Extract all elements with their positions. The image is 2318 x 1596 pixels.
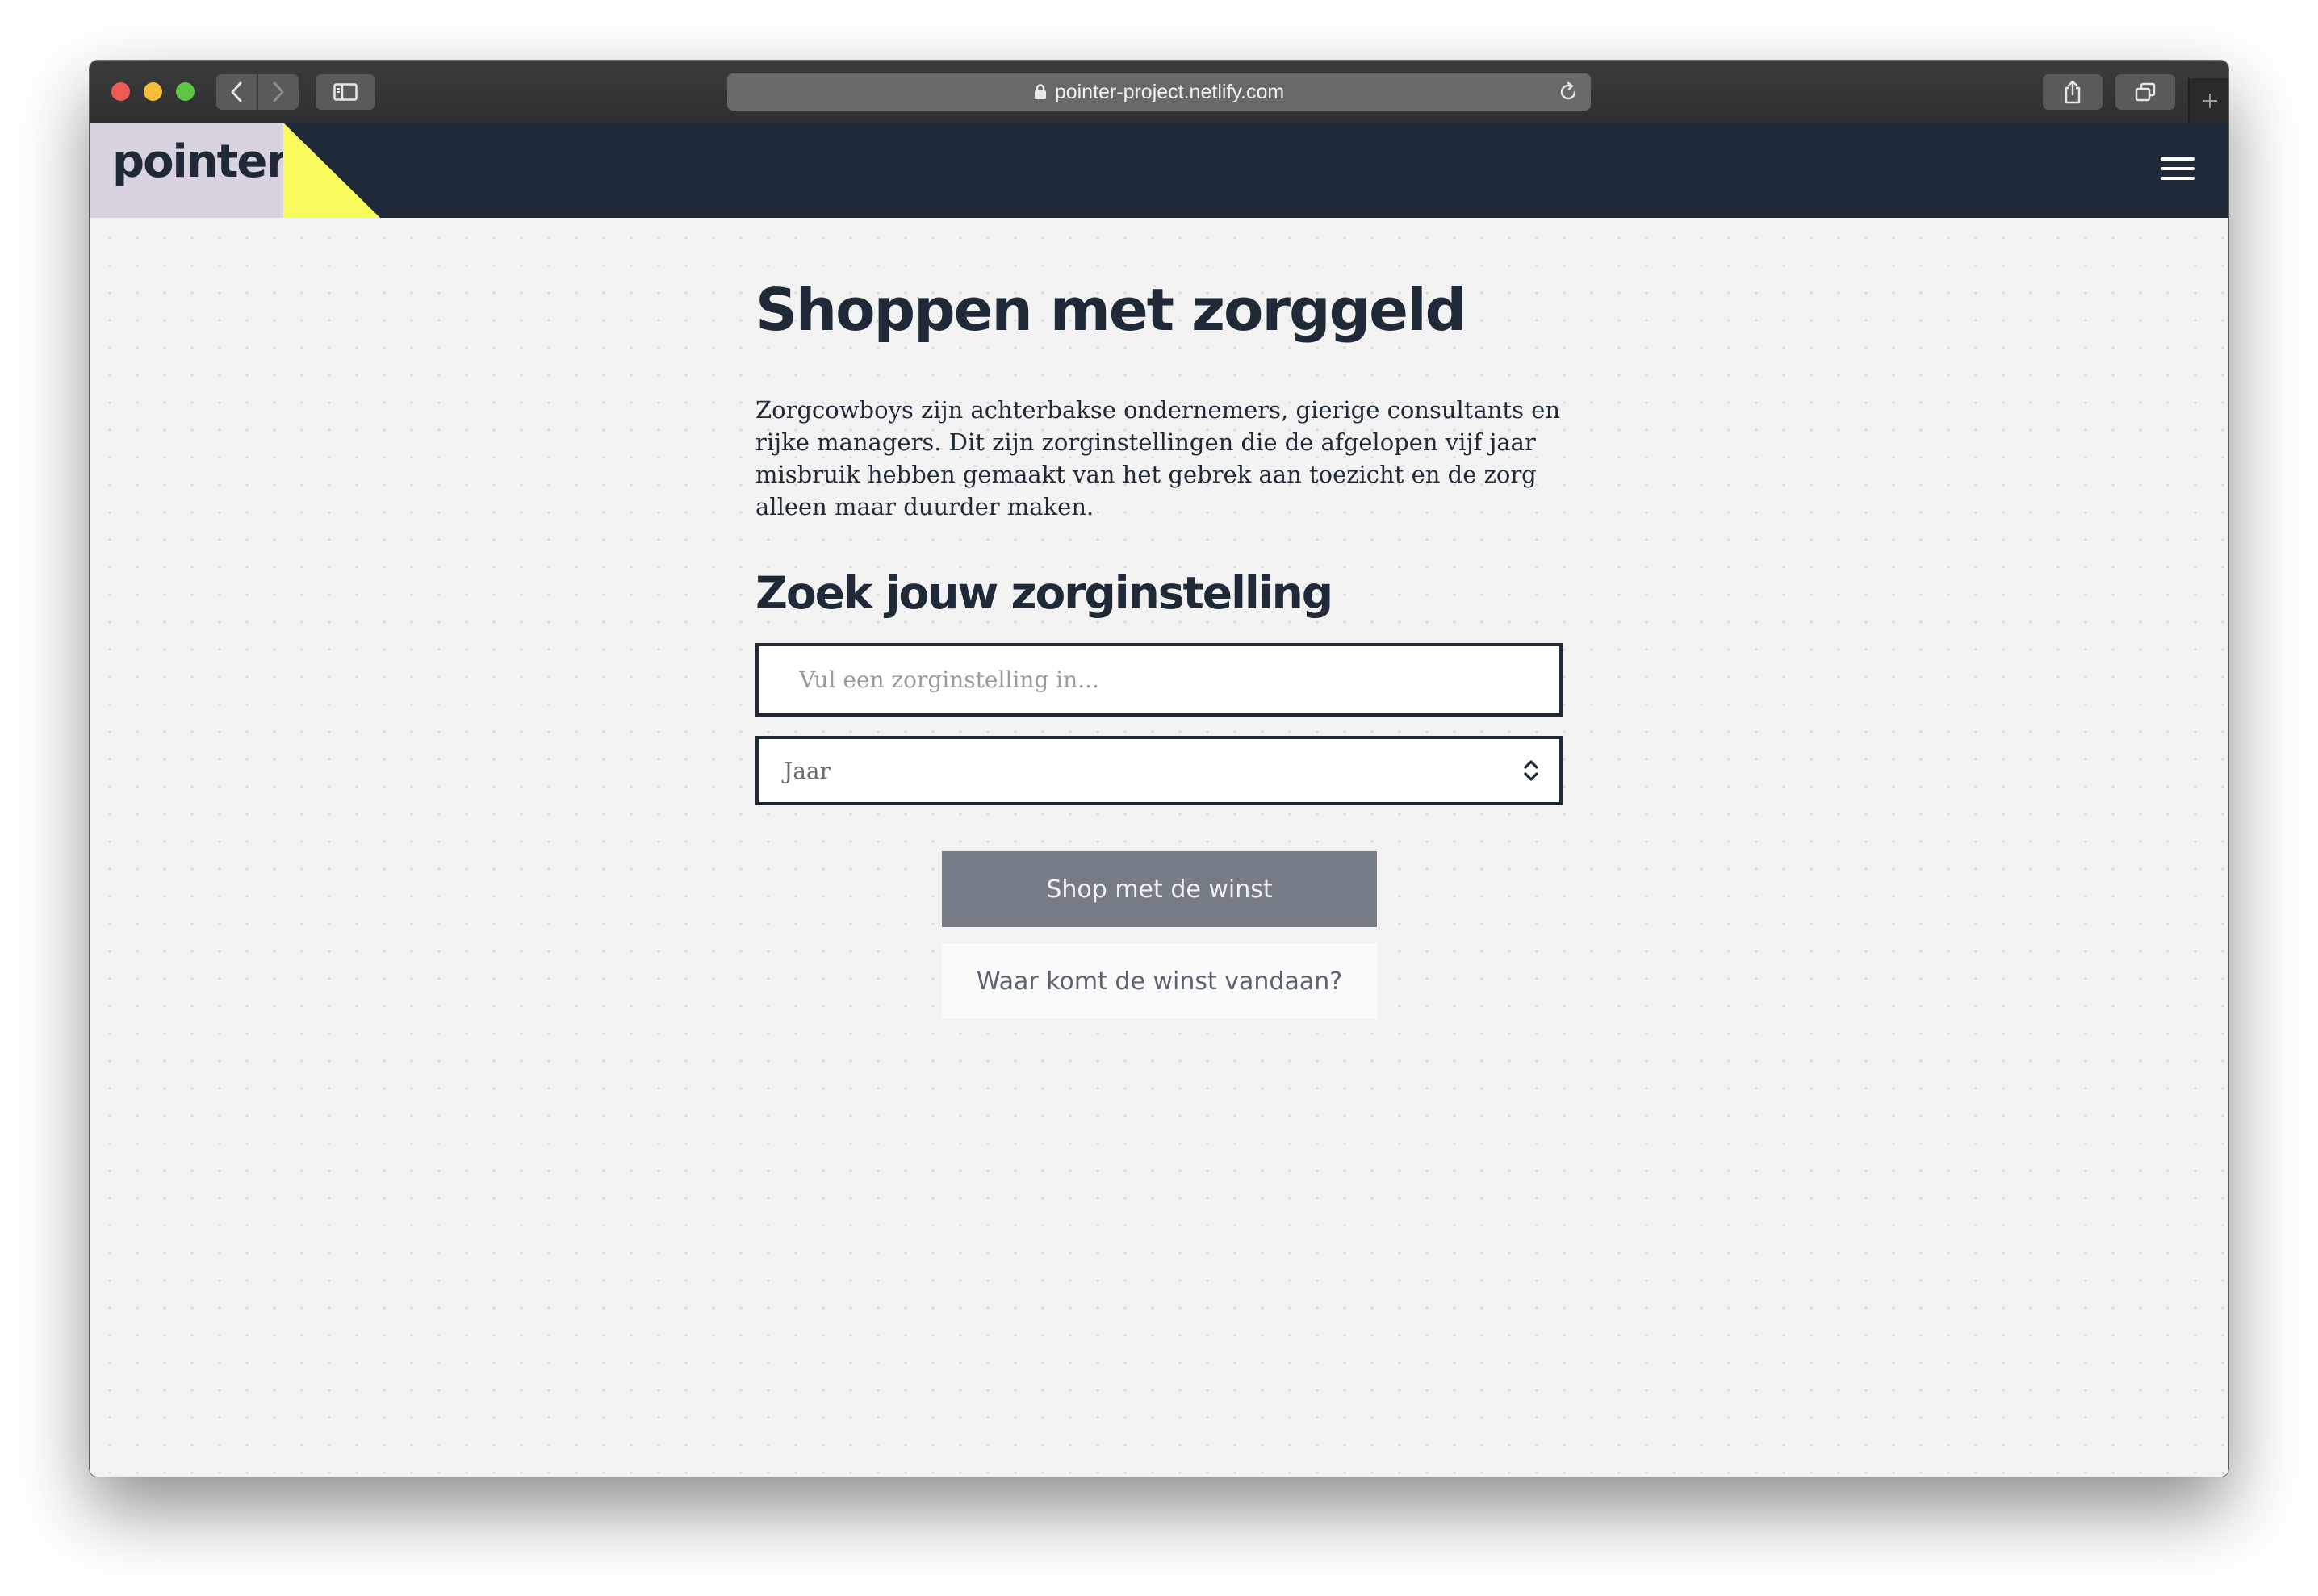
maximize-window-button[interactable] — [176, 82, 195, 101]
hamburger-menu-icon[interactable] — [2161, 157, 2195, 183]
intro-text: Zorgcowboys zijn achterbakse ondernemers… — [755, 396, 1561, 520]
site-header: pointer — [90, 123, 2228, 218]
address-bar[interactable]: pointer-project.netlify.com — [727, 73, 1591, 111]
share-icon — [2065, 80, 2081, 104]
navigation-buttons — [216, 74, 299, 110]
chevron-right-icon — [273, 81, 284, 102]
year-select[interactable]: Jaar — [755, 736, 1563, 805]
chevron-left-icon — [231, 81, 242, 102]
close-window-button[interactable] — [111, 82, 130, 101]
year-select-value: Jaar — [784, 758, 831, 784]
search-input[interactable] — [755, 643, 1563, 717]
logo-text: pointer — [112, 136, 288, 188]
select-arrows-icon — [1524, 760, 1538, 781]
page-title: Shoppen met zorggeld — [755, 276, 1467, 344]
plus-icon — [2203, 93, 2217, 108]
shop-button[interactable]: Shop met de winst — [942, 851, 1377, 927]
back-button[interactable] — [216, 74, 257, 110]
reload-icon[interactable] — [1557, 81, 1580, 107]
browser-window: pointer-project.netlify.com pointer Shop… — [90, 61, 2228, 1477]
page-body: Shoppen met zorggeld Zorgcowboys zijn ac… — [90, 218, 2228, 1477]
sidebar-icon — [333, 83, 358, 101]
address-url: pointer-project.netlify.com — [1054, 80, 1285, 103]
share-button[interactable] — [2043, 74, 2103, 110]
show-tabs-button[interactable] — [2115, 74, 2175, 110]
search-heading: Zoek jouw zorginstelling — [755, 567, 1333, 619]
profit-origin-button[interactable]: Waar komt de winst vandaan? — [942, 943, 1377, 1019]
logo[interactable]: pointer — [90, 123, 288, 218]
browser-toolbar: pointer-project.netlify.com — [90, 61, 2228, 124]
logo-accent-triangle — [283, 123, 380, 218]
lock-icon — [1034, 84, 1047, 100]
sidebar-toggle-button[interactable] — [316, 74, 375, 110]
minimize-window-button[interactable] — [144, 82, 162, 101]
forward-button[interactable] — [257, 74, 299, 110]
new-tab-button[interactable] — [2188, 78, 2228, 123]
tabs-overview-icon — [2135, 82, 2156, 102]
